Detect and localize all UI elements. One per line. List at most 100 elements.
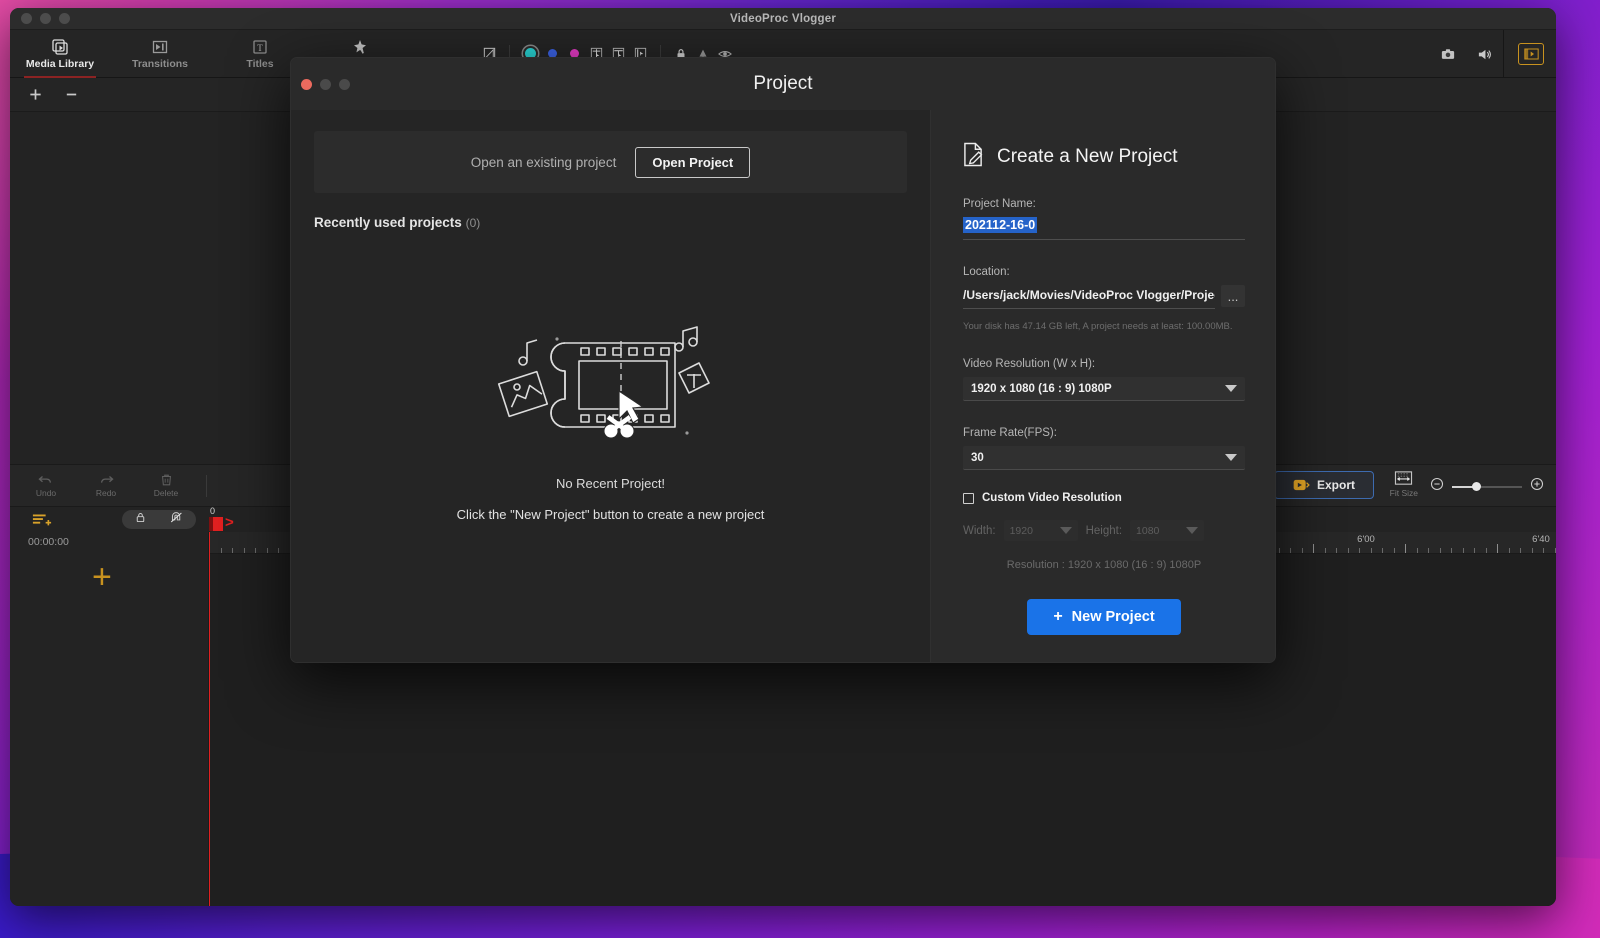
browse-location-button[interactable]: ... xyxy=(1221,285,1245,307)
project-name-label: Project Name: xyxy=(963,198,1036,210)
video-resolution-select[interactable]: 1920 x 1080 (16 : 9) 1080P xyxy=(963,377,1245,401)
zoom-out-icon[interactable] xyxy=(1430,477,1444,496)
ruler-tick xyxy=(1497,544,1498,553)
ruler-tick xyxy=(1485,548,1487,553)
zoom-slider[interactable] xyxy=(1452,482,1522,491)
dialog-left-panel: Open an existing project Open Project Re… xyxy=(291,110,930,662)
playhead-position-label: 0 xyxy=(210,506,216,516)
ruler-tick xyxy=(1301,548,1303,553)
panel-toggle-icon[interactable] xyxy=(1518,43,1544,65)
add-track-icon[interactable] xyxy=(32,512,52,527)
ruler-tick xyxy=(1393,548,1395,553)
project-name-input[interactable]: 202112-16-0 xyxy=(963,217,1245,240)
export-label: Export xyxy=(1316,478,1355,492)
ruler-tick xyxy=(266,548,268,553)
new-document-icon xyxy=(963,142,984,172)
ruler-tick xyxy=(1416,548,1418,553)
project-dialog: Project Open an existing project Open Pr… xyxy=(290,57,1276,663)
empty-state-illustration xyxy=(481,326,741,459)
custom-resolution-checkbox-row[interactable]: Custom Video Resolution xyxy=(963,492,1245,504)
ruler-tick xyxy=(1451,548,1452,553)
tab-transitions-label: Transitions xyxy=(131,58,188,70)
fit-size-button[interactable]: Fit Size xyxy=(1390,470,1418,498)
create-project-title: Create a New Project xyxy=(997,146,1178,167)
frame-rate-select[interactable]: 30 xyxy=(963,446,1245,470)
ruler-tick xyxy=(1313,544,1314,553)
open-existing-row: Open an existing project Open Project xyxy=(314,131,907,193)
zoom-slider-knob[interactable] xyxy=(1472,482,1481,491)
ruler-tick xyxy=(1439,548,1441,553)
redo-button[interactable]: Redo xyxy=(82,473,130,498)
new-project-button[interactable]: + New Project xyxy=(1027,599,1181,635)
width-label: Width: xyxy=(963,524,996,537)
chevron-down-icon xyxy=(1225,454,1237,461)
tab-media-library[interactable]: Media Library xyxy=(10,30,110,78)
ruler-tick xyxy=(1543,548,1544,553)
custom-resolution-label: Custom Video Resolution xyxy=(982,492,1122,504)
toolbar-divider-3 xyxy=(1503,30,1504,78)
export-button[interactable]: Export xyxy=(1274,471,1374,499)
remove-media-button[interactable] xyxy=(62,86,80,104)
plus-icon: + xyxy=(1053,608,1063,625)
open-project-button[interactable]: Open Project xyxy=(635,146,751,178)
new-project-label: New Project xyxy=(1071,609,1155,625)
effects-icon xyxy=(351,38,369,56)
ruler-tick xyxy=(1336,548,1337,553)
ruler-tick xyxy=(1520,548,1521,553)
zoom-in-icon[interactable] xyxy=(1530,477,1544,496)
svg-text:T: T xyxy=(257,43,263,53)
timecode-display: 00:00:00 xyxy=(28,536,69,548)
add-media-button[interactable] xyxy=(26,86,44,104)
playhead-line[interactable] xyxy=(209,532,210,906)
ruler-label: 6'40 xyxy=(1532,534,1550,545)
playhead-flag-notch xyxy=(209,517,213,531)
undo-button[interactable]: Undo xyxy=(22,473,70,498)
ruler-tick xyxy=(220,548,222,553)
custom-resolution-checkbox[interactable] xyxy=(963,492,974,504)
height-value: 1080 xyxy=(1136,524,1160,537)
new-project-button-wrap: + New Project xyxy=(963,599,1245,635)
fit-size-label: Fit Size xyxy=(1389,488,1418,498)
height-label: Height: xyxy=(1085,524,1123,537)
ruler-tick xyxy=(1474,548,1475,553)
width-value: 1920 xyxy=(1009,524,1033,537)
ruler-tick xyxy=(1278,548,1280,553)
open-existing-label: Open an existing project xyxy=(470,154,617,170)
ruler-tick xyxy=(255,548,256,553)
create-project-header: Create a New Project xyxy=(963,142,1245,172)
ruler-tick xyxy=(232,548,233,553)
recent-projects-label: Recently used projects xyxy=(314,215,462,230)
recent-projects-count: (0) xyxy=(465,216,481,230)
height-select: 1080 xyxy=(1130,520,1205,541)
tab-titles-label: Titles xyxy=(246,58,274,70)
frame-rate-label: Frame Rate(FPS): xyxy=(963,427,1057,439)
magnet-off-icon[interactable] xyxy=(169,511,184,529)
timeline-zoom-control xyxy=(1430,477,1544,496)
dialog-title: Project xyxy=(753,73,813,94)
location-label: Location: xyxy=(963,266,1010,278)
transitions-icon xyxy=(151,38,169,56)
frame-rate-value: 30 xyxy=(971,451,984,464)
media-library-icon xyxy=(51,38,69,56)
tab-transitions[interactable]: Transitions xyxy=(110,30,210,78)
track-lock-magnet-group[interactable] xyxy=(122,510,196,529)
ruler-tick xyxy=(1347,548,1349,553)
fit-size-icon xyxy=(1395,471,1413,485)
project-name-value: 202112-16-0 xyxy=(963,217,1038,233)
recent-projects-header: Recently used projects (0) xyxy=(314,215,907,230)
location-input[interactable]: /Users/jack/Movies/VideoProc Vlogger/Pro… xyxy=(963,288,1215,309)
lock-icon[interactable] xyxy=(134,511,147,529)
empty-state: No Recent Project! Click the "New Projec… xyxy=(291,315,930,522)
add-clip-placeholder[interactable]: + xyxy=(92,560,112,594)
disk-space-hint: Your disk has 47.14 GB left, A project n… xyxy=(963,321,1233,332)
volume-icon[interactable] xyxy=(1473,43,1495,65)
snapshot-icon[interactable] xyxy=(1437,43,1459,65)
redo-label: Redo xyxy=(95,488,117,498)
playhead-arrow-icon[interactable]: > xyxy=(225,515,234,530)
delete-button[interactable]: Delete xyxy=(142,473,190,498)
dialog-titlebar: Project xyxy=(291,58,1275,110)
delete-label: Delete xyxy=(153,488,179,498)
video-resolution-label: Video Resolution (W x H): xyxy=(963,358,1096,370)
ruler-tick xyxy=(1531,548,1533,553)
toolbar-right-tools xyxy=(1437,30,1556,78)
